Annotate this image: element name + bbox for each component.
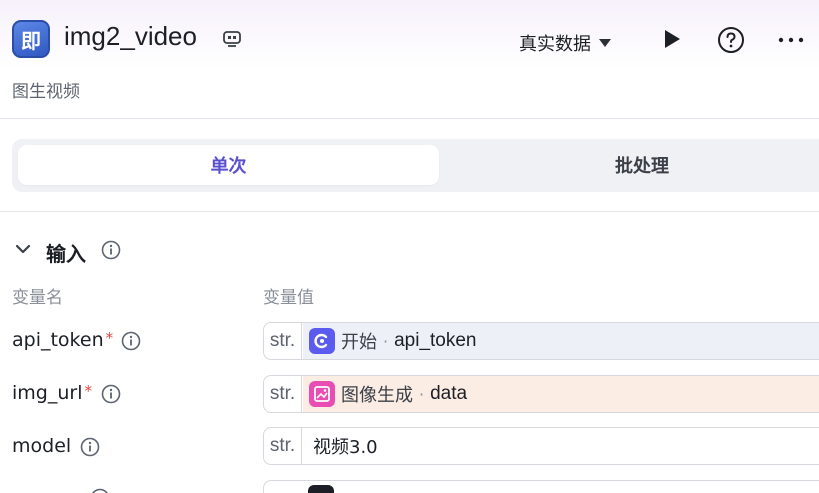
variable-name: img_url: [12, 382, 83, 404]
variable-value-field-img-url[interactable]: str. 图像生成 · data: [263, 375, 819, 413]
type-label: str.: [264, 323, 302, 359]
variable-name: model: [12, 435, 72, 457]
reference-variable-name: api_token: [394, 330, 477, 351]
reference-separator: ·: [383, 331, 389, 351]
data-mode-select[interactable]: 真实数据: [519, 30, 611, 56]
reference-separator: ·: [419, 384, 425, 404]
reference-node-name: 图像生成: [341, 385, 413, 406]
required-mark: *: [105, 329, 114, 347]
more-dots-icon[interactable]: [777, 36, 805, 44]
app-title: img2_video: [64, 21, 197, 51]
help-circle-icon[interactable]: [717, 26, 745, 54]
chevron-down-icon[interactable]: [14, 242, 32, 256]
start-node-icon: [309, 328, 335, 354]
variable-label-api-token: api_token *: [12, 329, 113, 351]
info-icon[interactable]: [90, 488, 110, 493]
play-icon[interactable]: [663, 29, 681, 49]
column-header-value: 变量值: [263, 288, 314, 308]
info-icon[interactable]: [80, 437, 100, 457]
variable-value-field-partial[interactable]: [263, 480, 819, 493]
variable-label-model: model: [12, 435, 71, 457]
variable-value-field-model[interactable]: str. 视频3.0: [263, 427, 819, 465]
type-label: str.: [264, 376, 302, 412]
info-icon[interactable]: [121, 331, 141, 351]
type-label: str.: [264, 428, 302, 464]
data-mode-label: 真实数据: [519, 34, 591, 55]
caret-down-icon: [599, 39, 611, 47]
variable-value-field-api-token[interactable]: str. 开始 · api_token: [263, 322, 819, 360]
tab-batch[interactable]: 批处理: [442, 145, 819, 185]
header: 即 img2_video 图生视频 真实数据: [0, 0, 819, 118]
value-input[interactable]: 视频3.0: [303, 428, 819, 464]
tab-single[interactable]: 单次: [18, 145, 439, 185]
info-icon[interactable]: [101, 384, 121, 404]
template-icon[interactable]: [222, 30, 242, 48]
variable-label-img-url: img_url *: [12, 382, 92, 404]
input-section-title: 输入: [46, 242, 86, 266]
variable-reference[interactable]: 开始 · api_token: [303, 323, 819, 359]
variable-name: api_token: [12, 329, 104, 351]
required-mark: *: [84, 382, 92, 400]
run-mode-tabs: 单次 批处理: [12, 139, 819, 192]
column-header-name: 变量名: [12, 288, 63, 308]
header-divider: [0, 118, 819, 119]
info-icon[interactable]: [101, 240, 121, 260]
reference-variable-name: data: [430, 383, 468, 404]
app-subtitle: 图生视频: [12, 82, 80, 102]
value-text: 视频3.0: [313, 437, 378, 458]
reference-node-name: 开始: [341, 332, 377, 353]
model-node-icon: [308, 485, 334, 493]
tabs-divider: [0, 211, 819, 212]
variable-reference[interactable]: 图像生成 · data: [303, 376, 819, 412]
app-logo-icon: 即: [12, 20, 50, 58]
image-node-icon: [309, 381, 335, 407]
